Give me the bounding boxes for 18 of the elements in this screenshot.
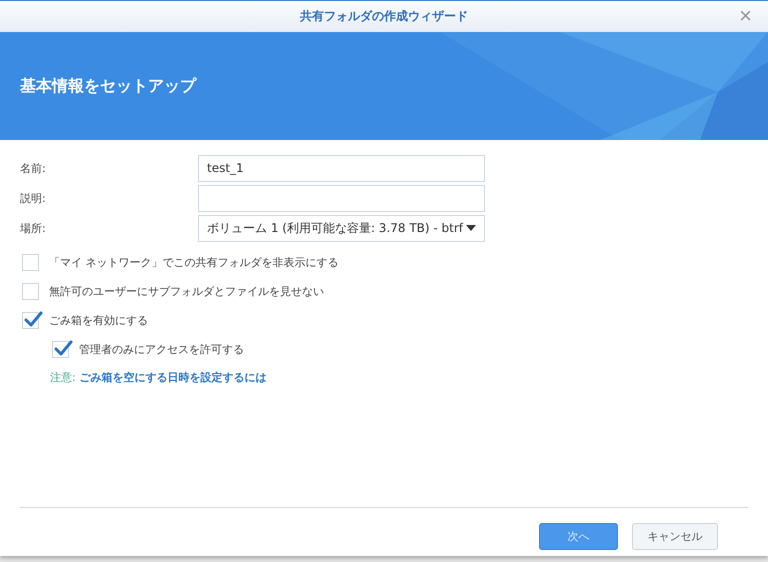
input-field[interactable] (198, 184, 485, 212)
checkbox-label: 管理者のみにアクセスを許可する (79, 342, 244, 357)
caret-icon (466, 225, 476, 231)
checkbox-label: 「マイ ネットワーク」でこの共有フォルダを非表示にする (49, 255, 338, 270)
field-label: 場所: (20, 220, 47, 236)
window-title: 共有フォルダの作成ウィザード (300, 8, 468, 25)
dropdown[interactable]: ボリューム 1 (利用可能な容量: 3.78 TB) - btrf (198, 214, 485, 242)
checkbox[interactable] (22, 283, 39, 300)
field-label: 説明: (20, 190, 47, 206)
checkbox-label: ごみ箱を有効にする (49, 313, 148, 328)
note-label: 注意: (50, 370, 76, 385)
checkbox-label: 無許可のユーザーにサブフォルダとファイルを見せない (49, 284, 324, 299)
input-field[interactable]: test_1 (198, 154, 485, 182)
checkbox[interactable] (22, 254, 39, 271)
trash-schedule-link[interactable]: ごみ箱を空にする日時を設定するには (80, 370, 267, 385)
field-label: 名前: (20, 160, 47, 176)
page-heading: 基本情報をセットアップ (20, 76, 196, 96)
cancel-button[interactable]: キャンセル (632, 522, 718, 550)
